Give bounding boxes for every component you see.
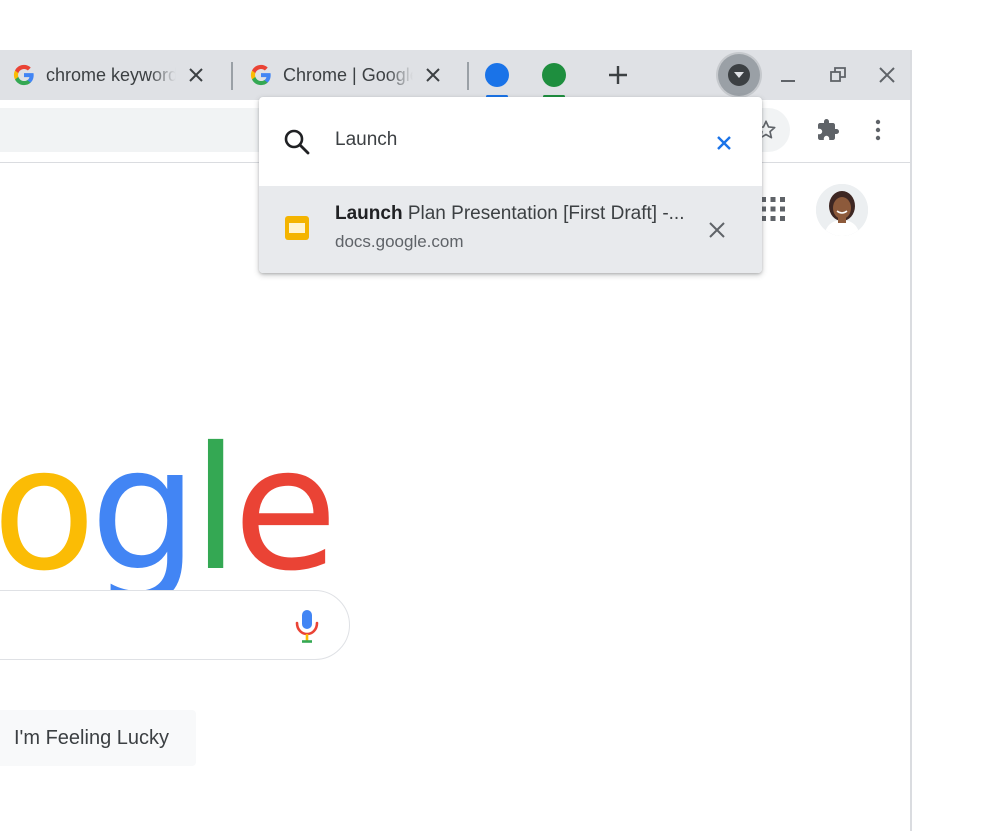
result-title-rest: Plan Presentation [First Draft] -... — [402, 203, 685, 224]
minimize-icon[interactable] — [771, 58, 805, 92]
clear-search-icon[interactable] — [713, 132, 735, 154]
tab-chrome-keyword[interactable]: chrome keyword — [12, 50, 222, 100]
tab-separator — [467, 62, 469, 90]
tab-title: chrome keyword — [46, 64, 176, 85]
google-g-icon — [249, 63, 273, 87]
microphone-icon[interactable] — [292, 608, 322, 644]
more-vert-icon[interactable] — [862, 114, 894, 146]
feeling-lucky-button[interactable]: I'm Feeling Lucky — [0, 710, 196, 766]
result-title: Launch Plan Presentation [First Draft] -… — [335, 203, 685, 225]
tab-search-popup: Launch Launch Plan Presentation [First D… — [259, 97, 762, 273]
tab-close-icon[interactable] — [419, 61, 447, 89]
google-slides-icon — [285, 216, 309, 240]
result-url: docs.google.com — [335, 232, 464, 251]
extensions-icon[interactable] — [812, 114, 844, 146]
apps-grid-icon[interactable] — [760, 196, 786, 222]
google-g-icon — [12, 63, 36, 87]
plus-icon[interactable] — [604, 61, 632, 89]
tab-search-result[interactable]: Launch Plan Presentation [First Draft] -… — [259, 186, 762, 273]
tab-separator — [231, 62, 233, 90]
result-title-match: Launch — [335, 203, 403, 224]
search-icon — [283, 128, 311, 156]
avatar[interactable] — [816, 184, 868, 236]
tab-close-icon[interactable] — [182, 61, 210, 89]
close-tab-icon[interactable] — [706, 219, 728, 241]
tab-search-row: Launch — [259, 97, 762, 186]
tab-title: Chrome | Google — [283, 64, 413, 85]
tab-strip: chrome keyword Chrome | Google — [0, 50, 910, 100]
google-logo: ogle — [0, 411, 338, 609]
chevron-down-icon — [728, 64, 750, 86]
close-icon[interactable] — [870, 58, 904, 92]
tab-chrome-google[interactable]: Chrome | Google — [249, 50, 459, 100]
tab-search-input[interactable]: Launch — [335, 129, 397, 151]
tab-group-blue[interactable] — [485, 63, 509, 87]
restore-icon[interactable] — [821, 58, 855, 92]
tab-group-green[interactable] — [542, 63, 566, 87]
tab-search-button[interactable] — [718, 54, 760, 96]
